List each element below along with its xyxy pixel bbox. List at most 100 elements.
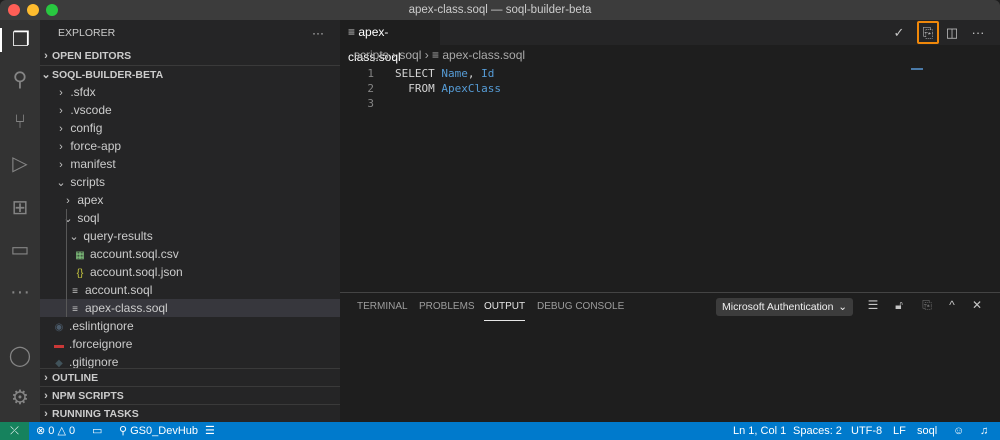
lock-scroll-icon[interactable]: 🔓︎ [892,298,906,313]
chevron-right-icon: › [59,141,63,153]
code-token: Id [481,67,495,80]
title-bar: apex-class.soql — soql-builder-beta [0,0,1000,20]
tree-item[interactable]: ▬ .forceignore [40,335,340,353]
chevron-down-icon: ⌄ [63,213,73,225]
tree-item[interactable]: › .sfdx [40,83,340,101]
explorer-title: EXPLORER [58,27,116,39]
code-line: ​ [395,96,501,111]
chevron-right-icon: › [59,123,63,135]
open-editors-section[interactable]: › OPEN EDITORS [40,47,340,65]
maximize-window-button[interactable] [46,4,58,16]
open-log-icon[interactable]: ⎘ [920,298,934,313]
tree-item-label: soql [77,211,100,225]
tree-item[interactable]: ≡ account.soql [40,281,340,299]
more-actions-icon[interactable]: ··· [970,24,986,41]
search-icon[interactable]: ⚲ [8,68,32,92]
breadcrumb-soql[interactable]: soql [399,48,421,62]
tab-output[interactable]: OUTPUT [484,301,526,321]
chevron-right-icon: › [59,87,63,99]
cursor-position[interactable]: Ln 1, Col 1 [733,422,786,440]
run-query-check-icon[interactable]: ✓ [891,24,907,41]
explorer-icon[interactable]: ❐ [0,28,40,52]
feedback-icon[interactable]: ☺ [953,422,964,440]
chevron-right-icon: › [66,195,70,207]
output-channel-select[interactable]: Microsoft Authentication ⌄ [716,298,853,316]
tree-item[interactable]: ⌄ soql [40,209,340,227]
npm-scripts-section[interactable]: › NPM SCRIPTS [40,386,340,404]
tree-item[interactable]: ≡ apex-class.soql [40,299,340,317]
tasks-icon[interactable]: ☰ [205,422,215,440]
tree-item-label: .forceignore [69,337,133,351]
explorer-more-button[interactable]: ··· [312,24,332,42]
project-section[interactable]: ⌄SOQL-BUILDER-BETA [40,65,340,83]
tree-item[interactable]: ⌄ query-results [40,227,340,245]
tree-item[interactable]: {} account.soql.json [40,263,340,281]
remote-explorer-icon[interactable]: ▭ [8,238,32,262]
chevron-right-icon: › [44,50,48,62]
account-icon[interactable]: ◯ [8,344,32,368]
tab-apex-class-soql[interactable]: ≡ apex-class.soql [340,20,440,64]
breadcrumb: scripts › soql › ≡ apex-class.soql [354,48,526,62]
window-title: apex-class.soql — soql-builder-beta [408,4,592,16]
code-token: SELECT [395,67,442,80]
code-line: ​ FROM ApexClass [395,81,501,96]
code-token: ApexClass [441,82,501,95]
chevron-down-icon: ⌄ [69,231,79,243]
tree-item-label: .eslintignore [69,319,134,333]
minimap[interactable] [911,68,923,70]
clear-output-icon[interactable]: ☰ [866,298,880,312]
breadcrumb-file[interactable]: apex-class.soql [442,48,525,62]
encoding[interactable]: UTF-8 [851,422,882,440]
tree-item[interactable]: ⌄ scripts [40,173,340,191]
tree-item[interactable]: ▦ account.soql.csv [40,245,340,263]
bottom-panel: TERMINAL PROBLEMS OUTPUT DEBUG CONSOLE M… [340,292,1000,422]
tree-item[interactable]: › apex [40,191,340,209]
end-of-line[interactable]: LF [893,422,906,440]
close-window-button[interactable] [8,4,20,16]
source-control-icon[interactable]: ⑂ [8,110,32,134]
tree-item[interactable]: › manifest [40,155,340,173]
editor-area: ≡ apex-class.soql ✓ ⎘ ◫ ··· scripts › so… [340,20,1000,292]
tab-debug-console[interactable]: DEBUG CONSOLE [537,301,624,321]
open-soql-builder-button[interactable]: ⎘ [917,21,939,44]
tree-item-label: .vscode [70,103,112,117]
tab-terminal[interactable]: TERMINAL [357,301,408,321]
language-mode[interactable]: soql [917,422,937,440]
window-icon[interactable]: ▭ [92,422,102,440]
chevron-right-icon: › [59,159,63,171]
tab-problems[interactable]: PROBLEMS [419,301,475,321]
running-tasks-section[interactable]: › RUNNING TASKS [40,404,340,422]
breadcrumb-scripts[interactable]: scripts [354,48,389,62]
status-bar: ⤫ ⊗ 0 △ 0 ▭ ⚲ GS0_DevHub ☰ Ln 1, Col 1 S… [0,422,1000,440]
line-number: 1 [367,67,374,80]
soql-file-icon: ≡ [348,25,359,39]
tree-item[interactable]: ◉ .eslintignore [40,317,340,335]
tree-item-label: scripts [70,175,106,189]
tree-item-label: apex-class.soql [85,301,168,315]
tree-item-label: account.soql.csv [90,247,179,261]
more-icon[interactable]: ··· [8,280,32,304]
outline-section[interactable]: › OUTLINE [40,368,340,386]
tree-item-label: account.soql.json [90,265,183,279]
indentation[interactable]: Spaces: 2 [793,422,842,440]
code-token: , [467,67,482,80]
tree-item[interactable]: › .vscode [40,101,340,119]
settings-gear-icon[interactable]: ⚙ [8,386,32,410]
run-debug-icon[interactable]: ▷ [8,152,32,176]
close-panel-icon[interactable]: ✕ [970,298,984,312]
tree-item-label: config [70,121,103,135]
extensions-icon[interactable]: ⊞ [8,196,32,220]
remote-indicator[interactable]: ⤫ [0,422,29,440]
tree-item-label: .gitignore [69,355,119,369]
maximize-panel-icon[interactable]: ^ [945,298,959,312]
split-editor-icon[interactable]: ◫ [944,24,960,41]
tree-item-label: query-results [83,229,153,243]
tree-item[interactable]: › force-app [40,137,340,155]
notifications-bell-icon[interactable]: ♫ [980,422,988,440]
tree-item[interactable]: › config [40,119,340,137]
problems-status[interactable]: ⊗ 0 △ 0 [36,422,75,440]
org-status[interactable]: ⚲ GS0_DevHub [119,422,198,440]
editor-tabs: ≡ apex-class.soql ✓ ⎘ ◫ ··· [340,20,1000,64]
minimize-window-button[interactable] [27,4,39,16]
code-content[interactable]: ​SELECT Name, Id​ FROM ApexClass​ [395,66,501,111]
